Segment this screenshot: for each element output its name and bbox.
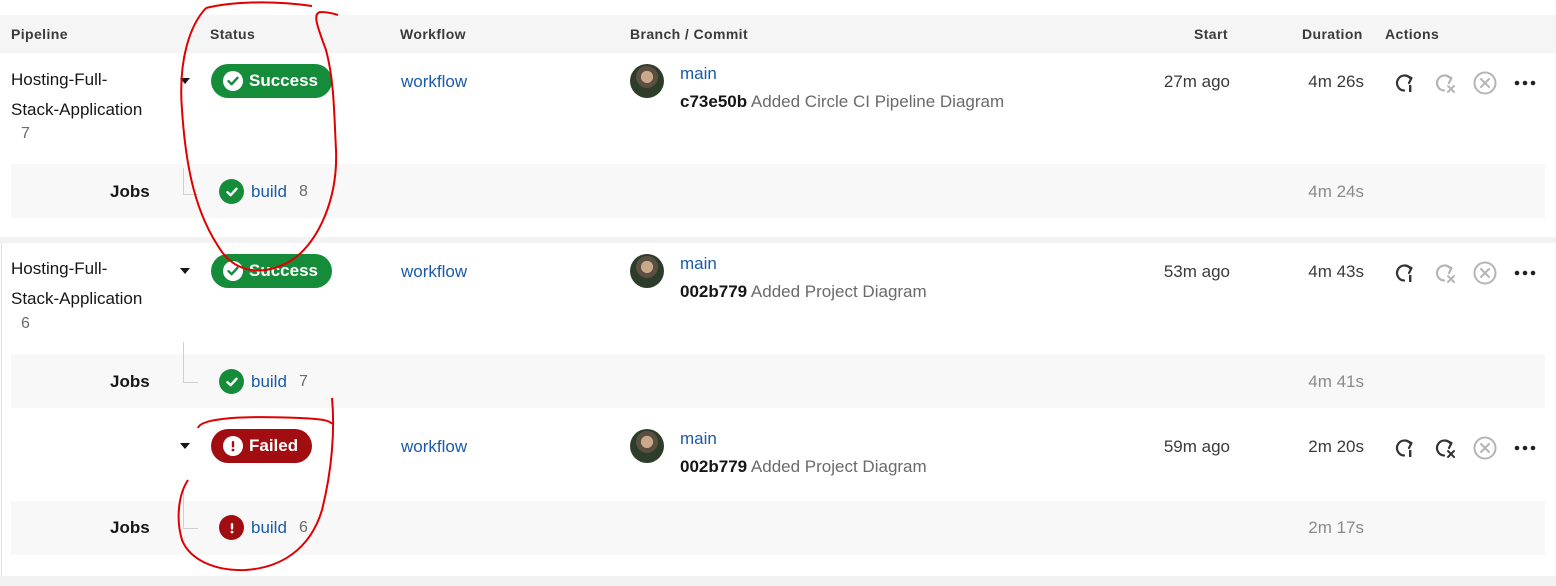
pipeline-name[interactable]: Hosting-Full- Stack-Application: [11, 254, 142, 314]
pipeline-name[interactable]: Hosting-Full- Stack-Application: [11, 65, 142, 125]
duration: 4m 26s: [1308, 72, 1364, 91]
header-branch-commit: Branch / Commit: [630, 26, 749, 42]
row-actions: [1392, 260, 1538, 286]
bottom-separator: [0, 576, 1556, 586]
check-circle-icon: [219, 179, 244, 204]
pipeline-name-line-1: Hosting-Full-: [11, 70, 108, 89]
rerun-icon[interactable]: [1392, 260, 1418, 286]
commit-info[interactable]: 002b779 Added Project Diagram: [680, 282, 927, 302]
status-label: Failed: [249, 436, 299, 455]
job-duration: 2m 17s: [1308, 518, 1364, 537]
check-circle-icon: [223, 261, 243, 281]
job-duration: 4m 24s: [1308, 182, 1364, 201]
workflow-link[interactable]: workflow: [401, 72, 467, 92]
header-pipeline: Pipeline: [11, 26, 68, 42]
rerun-icon[interactable]: [1392, 70, 1418, 96]
pipeline-number: 6: [21, 315, 30, 332]
job-link[interactable]: build: [251, 518, 287, 538]
caret-down-icon[interactable]: [180, 78, 190, 84]
cancel-icon: [1472, 260, 1498, 286]
workflow-link[interactable]: workflow: [401, 437, 467, 457]
row-actions: [1392, 70, 1538, 96]
status-badge[interactable]: Failed: [211, 429, 313, 463]
check-circle-icon: [223, 71, 243, 91]
header-workflow: Workflow: [400, 26, 466, 42]
start-time: 27m ago: [1163, 72, 1230, 91]
row-actions: [1392, 435, 1538, 461]
more-icon[interactable]: [1512, 260, 1538, 286]
avatar: [630, 64, 664, 98]
exclamation-circle-icon: [219, 515, 244, 540]
commit-message: Added Project Diagram: [750, 282, 927, 301]
rerun-icon[interactable]: [1392, 435, 1418, 461]
job-number: 6: [299, 519, 308, 536]
status-label: Success: [249, 261, 318, 280]
check-circle-icon: [219, 369, 244, 394]
start-time: 53m ago: [1163, 262, 1230, 281]
branch-link[interactable]: main: [680, 254, 717, 274]
status-badge[interactable]: Success: [211, 64, 332, 98]
status-badge[interactable]: Success: [211, 254, 332, 288]
commit-info[interactable]: c73e50b Added Circle CI Pipeline Diagram: [680, 92, 1004, 112]
more-icon[interactable]: [1512, 435, 1538, 461]
commit-message: Added Project Diagram: [750, 457, 927, 476]
rerun-failed-icon: [1432, 260, 1458, 286]
duration: 4m 43s: [1308, 262, 1364, 281]
avatar: [630, 429, 664, 463]
header-start: Start: [1194, 26, 1228, 42]
group-border: [1, 243, 2, 576]
workflow-link[interactable]: workflow: [401, 262, 467, 282]
branch-link[interactable]: main: [680, 64, 717, 84]
job-connector: [183, 490, 198, 529]
exclamation-circle-icon: [223, 436, 243, 456]
commit-hash: c73e50b: [680, 92, 748, 111]
start-time: 59m ago: [1163, 437, 1230, 456]
duration: 2m 20s: [1308, 437, 1364, 456]
pipeline-number: 7: [21, 125, 30, 142]
job-connector: [183, 168, 198, 195]
jobs-label: Jobs: [110, 518, 150, 537]
more-icon[interactable]: [1512, 70, 1538, 96]
cancel-icon: [1472, 435, 1498, 461]
job-number: 8: [299, 183, 308, 200]
group-separator: [0, 237, 1556, 243]
avatar: [630, 254, 664, 288]
job-link[interactable]: build: [251, 372, 287, 392]
header-actions: Actions: [1385, 26, 1440, 42]
commit-info[interactable]: 002b779 Added Project Diagram: [680, 457, 927, 477]
pipeline-name-line-2: Stack-Application: [11, 100, 143, 119]
status-label: Success: [249, 71, 318, 90]
header-duration: Duration: [1302, 26, 1363, 42]
header-status: Status: [210, 26, 256, 42]
caret-down-icon[interactable]: [180, 268, 190, 274]
rerun-failed-icon[interactable]: [1432, 435, 1458, 461]
job-number: 7: [299, 373, 308, 390]
caret-down-icon[interactable]: [180, 443, 190, 449]
pipeline-name-line-2: Stack-Application: [11, 289, 143, 308]
table-header: Pipeline Status Workflow Branch / Commit…: [0, 15, 1556, 53]
cancel-icon: [1472, 70, 1498, 96]
branch-link[interactable]: main: [680, 429, 717, 449]
job-duration: 4m 41s: [1308, 372, 1364, 391]
rerun-failed-icon: [1432, 70, 1458, 96]
job-link[interactable]: build: [251, 182, 287, 202]
commit-hash: 002b779: [680, 282, 748, 301]
jobs-label: Jobs: [110, 372, 150, 391]
pipeline-name-line-1: Hosting-Full-: [11, 259, 108, 278]
job-connector: [183, 342, 198, 383]
jobs-label: Jobs: [110, 182, 150, 201]
commit-message: Added Circle CI Pipeline Diagram: [750, 92, 1005, 111]
commit-hash: 002b779: [680, 457, 748, 476]
